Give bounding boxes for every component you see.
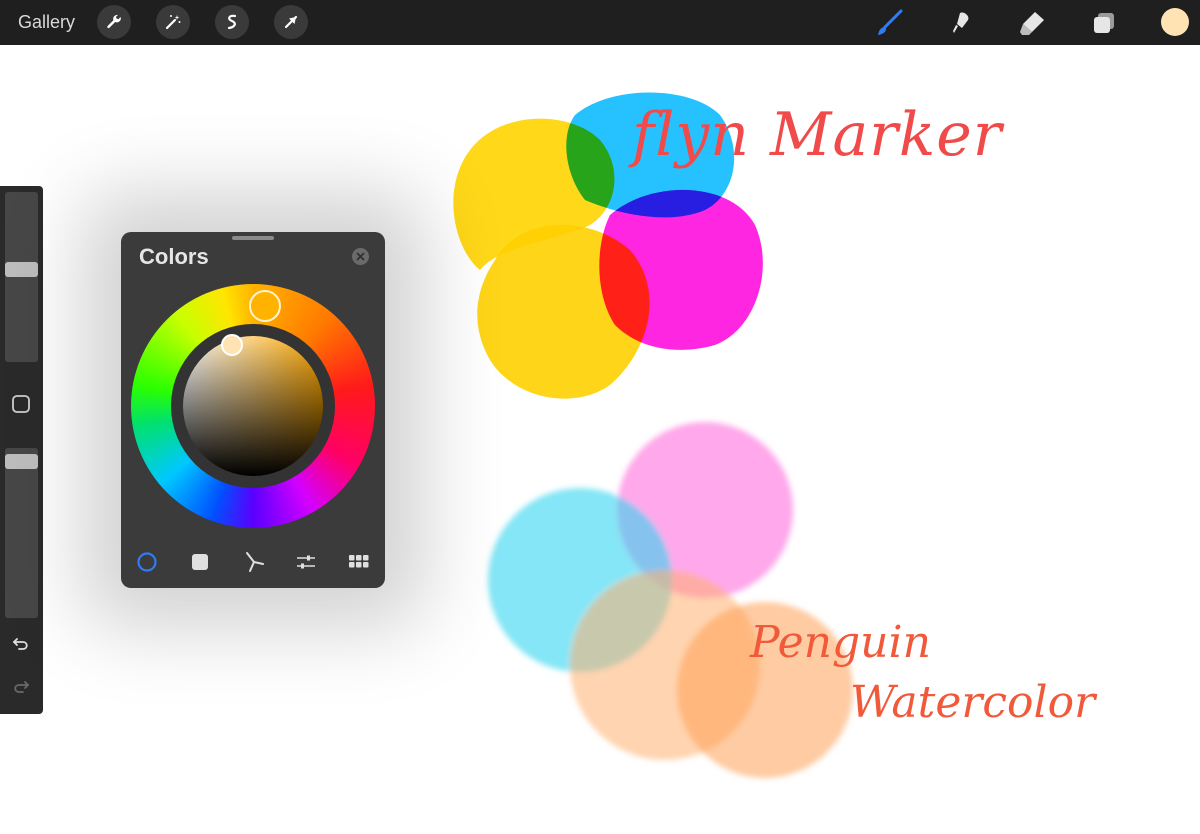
value-mode-tab[interactable] xyxy=(293,549,319,575)
undo-icon xyxy=(12,638,28,650)
transform-arrow-icon xyxy=(284,15,298,29)
marker-label: flyn Marker xyxy=(632,100,1003,170)
opacity-knob[interactable] xyxy=(5,454,38,470)
left-sidebar xyxy=(0,186,43,714)
saturation-brightness-disc[interactable] xyxy=(183,336,323,476)
modify-square-icon xyxy=(12,395,30,413)
magenta-marker-blob xyxy=(599,189,763,350)
smudge-tool[interactable] xyxy=(945,6,979,40)
brush-size-knob[interactable] xyxy=(5,261,38,277)
palettes-mode-icon xyxy=(349,555,369,568)
brush-icon xyxy=(878,9,903,35)
watercolor-label-line-1: Penguin xyxy=(750,617,931,668)
eraser-icon xyxy=(1020,12,1044,35)
top-toolbar: Gallery xyxy=(0,0,1200,45)
wrench-icon xyxy=(107,14,121,29)
transform-button[interactable] xyxy=(274,5,308,39)
eraser-tool[interactable] xyxy=(1015,6,1049,40)
modify-button[interactable] xyxy=(9,392,33,416)
panel-grabber[interactable] xyxy=(232,236,274,240)
color-picker-knob[interactable] xyxy=(221,334,243,356)
undo-button[interactable] xyxy=(9,632,33,656)
harmony-mode-tab[interactable] xyxy=(241,549,267,575)
smudge-icon xyxy=(953,12,969,33)
watercolor-label-line-2: Watercolor xyxy=(850,677,1096,728)
palettes-mode-tab[interactable] xyxy=(346,549,372,575)
actions-button[interactable] xyxy=(97,5,131,39)
colors-panel: Colors xyxy=(121,232,385,588)
disc-mode-icon xyxy=(137,552,157,572)
brush-size-slider[interactable] xyxy=(5,192,38,362)
adjustments-button[interactable] xyxy=(156,5,190,39)
value-mode-icon xyxy=(297,555,315,569)
redo-icon xyxy=(14,681,30,693)
classic-mode-icon xyxy=(192,554,208,570)
magic-wand-icon xyxy=(165,15,181,30)
panel-title: Colors xyxy=(139,244,209,269)
harmony-mode-icon xyxy=(246,552,264,572)
close-icon xyxy=(356,252,365,261)
selection-icon xyxy=(227,14,237,30)
hue-knob[interactable] xyxy=(249,290,281,322)
redo-button[interactable] xyxy=(9,675,33,699)
opacity-slider[interactable] xyxy=(5,448,38,618)
close-button[interactable] xyxy=(352,248,369,265)
disc-mode-tab[interactable] xyxy=(134,549,160,575)
gallery-button[interactable]: Gallery xyxy=(18,12,75,33)
layers-tool[interactable] xyxy=(1087,6,1121,40)
classic-mode-tab[interactable] xyxy=(187,549,213,575)
layers-icon xyxy=(1094,13,1114,33)
selection-button[interactable] xyxy=(215,5,249,39)
brush-tool[interactable] xyxy=(872,6,906,40)
color-swatch-button[interactable] xyxy=(1161,8,1189,36)
